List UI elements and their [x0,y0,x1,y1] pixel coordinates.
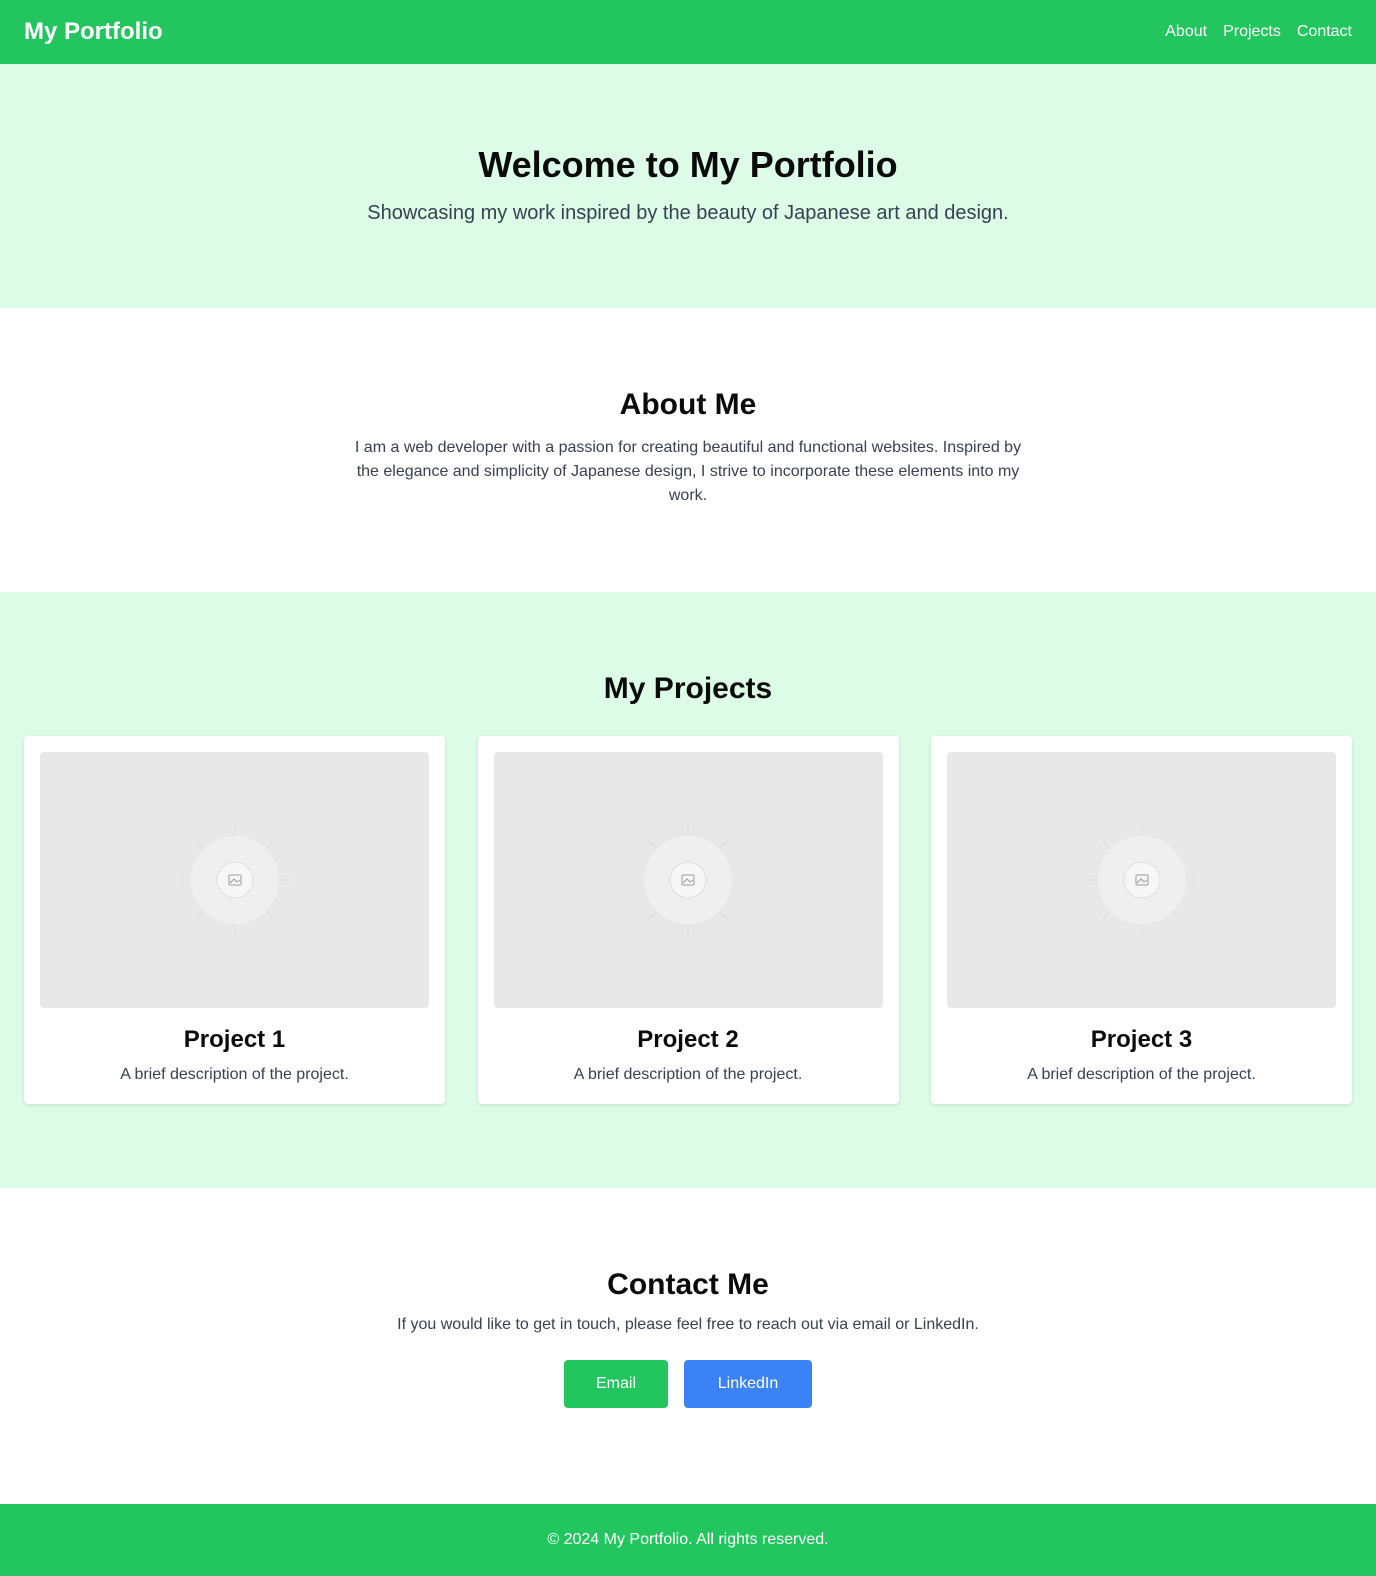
project-description: A brief description of the project. [1027,1066,1256,1083]
brand-logo[interactable]: My Portfolio [24,18,163,46]
project-image [947,752,1336,1008]
about-title: About Me [619,388,757,421]
project-image [40,752,429,1008]
project-title: Project 2 [637,1026,739,1053]
contact-section: Contact Me If you would like to get in t… [0,1188,1376,1504]
project-title: Project 1 [183,1026,286,1053]
about-text: I am a web developer with a passion for … [354,439,1022,504]
nav-link-about[interactable]: About [1165,23,1207,41]
linkedin-button[interactable]: LinkedIn [684,1360,812,1408]
email-button[interactable]: Email [564,1360,668,1408]
project-card[interactable]: Project 3 A brief description of the pro… [931,736,1352,1104]
projects-section: My Projects Project 1 A brief descriptio… [0,592,1376,1188]
hero-title: Welcome to My Portfolio [478,144,898,185]
project-title: Project 3 [1090,1026,1193,1053]
contact-text: If you would like to get in touch, pleas… [397,1316,979,1333]
navbar: My Portfolio About Projects Contact [0,0,1376,64]
image-placeholder-icon [1086,825,1197,935]
project-cards: Project 1 A brief description of the pro… [0,736,1376,1104]
image-placeholder-icon [179,825,290,935]
project-description: A brief description of the project. [120,1066,349,1083]
project-image [493,752,883,1008]
contact-title: Contact Me [607,1268,769,1301]
footer-text: © 2024 My Portfolio. All rights reserved… [547,1531,829,1548]
project-card[interactable]: Project 1 A brief description of the pro… [24,736,445,1104]
nav-links: About Projects Contact [1165,23,1352,41]
image-placeholder-icon [633,825,743,935]
projects-title: My Projects [603,672,773,705]
project-description: A brief description of the project. [573,1066,803,1083]
contact-buttons: Email LinkedIn [0,1360,1376,1408]
about-section: About Me I am a web developer with a pas… [0,308,1376,592]
hero-section: Welcome to My Portfolio Showcasing my wo… [0,64,1376,308]
hero-subtitle: Showcasing my work inspired by the beaut… [367,202,1009,224]
nav-link-contact[interactable]: Contact [1297,23,1352,41]
project-card[interactable]: Project 2 A brief description of the pro… [477,736,899,1104]
footer: © 2024 My Portfolio. All rights reserved… [0,1504,1376,1576]
nav-link-projects[interactable]: Projects [1223,23,1281,41]
